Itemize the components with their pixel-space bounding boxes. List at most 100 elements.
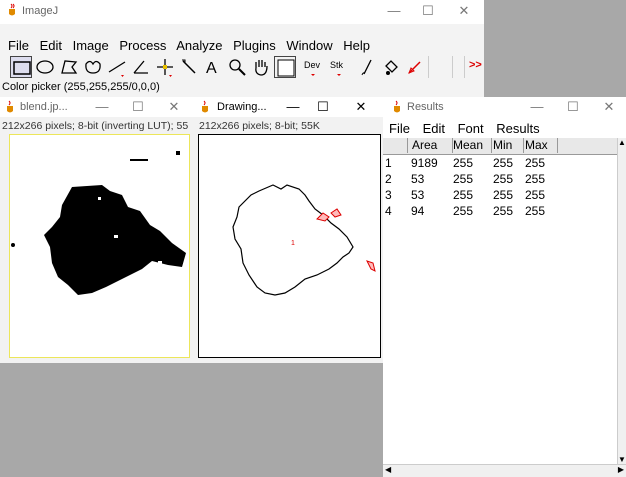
drawing-window-title: Drawing... (217, 101, 267, 113)
point-tool-icon[interactable] (154, 56, 176, 78)
menu-plugins[interactable]: Plugins (233, 38, 276, 53)
results-menu-edit[interactable]: Edit (423, 121, 445, 136)
blend-image-window: blend.jp... — ☐ ✕ 212x266 pixels; 8-bit … (0, 97, 195, 363)
blend-canvas[interactable] (9, 134, 190, 358)
results-horizontal-scrollbar[interactable]: ◀ ▶ (383, 464, 626, 477)
table-cell: 53 (411, 188, 425, 202)
results-menu-font[interactable]: Font (458, 121, 484, 136)
dev-menu-icon[interactable]: Dev (302, 56, 328, 78)
results-menu-file[interactable]: File (389, 121, 410, 136)
menu-process[interactable]: Process (119, 38, 166, 53)
results-vertical-scrollbar[interactable]: ▲ ▼ (617, 138, 626, 464)
table-cell: 9189 (411, 156, 438, 170)
polygon-tool-icon[interactable] (58, 56, 80, 78)
drawing-window: Drawing... — ☐ ✕ 212x266 pixels; 8-bit; … (195, 97, 383, 363)
table-cell: 53 (411, 172, 425, 186)
more-tools-label: >> (469, 59, 482, 71)
menu-file[interactable]: File (8, 38, 29, 53)
results-menubar: File Edit Font Results (389, 121, 540, 136)
results-minimize-button[interactable]: — (523, 98, 551, 116)
table-cell: 255 (525, 204, 546, 218)
table-cell: 255 (525, 172, 546, 186)
scroll-right-arrow-icon[interactable]: ▶ (618, 465, 624, 474)
drawing-outline-image: 1 (232, 184, 376, 296)
drawing-maximize-button[interactable]: ☐ (309, 98, 337, 116)
more-tools-button[interactable]: >> (464, 56, 484, 78)
menu-edit[interactable]: Edit (40, 38, 62, 53)
drawing-canvas[interactable]: 1 (198, 134, 381, 358)
menu-image[interactable]: Image (73, 38, 109, 53)
empty-tool-slot-1[interactable] (428, 56, 450, 78)
blend-minimize-button[interactable]: — (88, 98, 116, 116)
table-cell: 3 (385, 188, 392, 202)
flood-fill-tool-icon[interactable] (380, 56, 402, 78)
stack-menu-icon[interactable]: Stk (328, 56, 354, 78)
brush-tool-icon[interactable] (356, 56, 378, 78)
imagej-main-window: ImageJ — ☐ ✕ File Edit Image Process Ana… (0, 0, 484, 98)
blend-blob-image (11, 151, 186, 295)
results-header-index[interactable] (383, 138, 408, 153)
table-cell: 255 (453, 204, 474, 218)
blend-close-button[interactable]: ✕ (160, 98, 188, 116)
java-cup-icon (394, 100, 400, 113)
table-cell: 255 (493, 172, 514, 186)
oval-tool-icon[interactable] (34, 56, 56, 78)
main-titlebar[interactable]: ImageJ — ☐ ✕ (0, 0, 484, 24)
wand-tool-icon[interactable] (178, 56, 200, 78)
drawing-titlebar[interactable]: Drawing... — ☐ ✕ (195, 97, 383, 117)
freehand-tool-icon[interactable] (82, 56, 104, 78)
results-menu-results[interactable]: Results (496, 121, 539, 136)
blend-window-title: blend.jp... (20, 101, 68, 113)
results-header-min[interactable]: Min (491, 138, 524, 153)
table-cell: 2 (385, 172, 392, 186)
results-titlebar[interactable]: Results — ☐ ✕ (383, 97, 626, 117)
drawing-close-button[interactable]: ✕ (347, 98, 375, 116)
toolbar: A Dev Stk >> (10, 56, 484, 80)
table-cell: 255 (525, 188, 546, 202)
table-cell: 255 (493, 188, 514, 202)
table-cell: 255 (493, 204, 514, 218)
maximize-button[interactable]: ☐ (414, 2, 442, 20)
table-row[interactable]: 1 9189 255 255 255 (383, 156, 617, 172)
magnifier-tool-icon[interactable] (226, 56, 248, 78)
results-close-button[interactable]: ✕ (595, 98, 623, 116)
java-cup-icon (9, 3, 15, 16)
roi-label-1: 1 (291, 240, 295, 247)
results-table-header: Area Mean Min Max (383, 138, 619, 155)
table-cell: 94 (411, 204, 425, 218)
results-header-area[interactable]: Area (409, 138, 453, 153)
blend-maximize-button[interactable]: ☐ (124, 98, 152, 116)
table-row[interactable]: 2 53 255 255 255 (383, 172, 617, 188)
results-window-title: Results (407, 101, 444, 113)
minimize-button[interactable]: — (380, 2, 408, 20)
results-header-mean[interactable]: Mean (451, 138, 492, 153)
scroll-down-arrow-icon[interactable]: ▼ (618, 455, 626, 464)
results-header-max[interactable]: Max (523, 138, 558, 153)
scroll-up-arrow-icon[interactable]: ▲ (618, 138, 626, 147)
main-menubar: File Edit Image Process Analyze Plugins … (8, 38, 370, 56)
menu-analyze[interactable]: Analyze (176, 38, 222, 53)
menu-help[interactable]: Help (343, 38, 370, 53)
text-tool-icon[interactable]: A (202, 56, 224, 78)
results-maximize-button[interactable]: ☐ (559, 98, 587, 116)
blend-titlebar[interactable]: blend.jp... — ☐ ✕ (0, 97, 195, 117)
rectangle-tool-icon[interactable] (10, 56, 32, 78)
scroll-left-arrow-icon[interactable]: ◀ (385, 465, 391, 474)
angle-tool-icon[interactable] (130, 56, 152, 78)
pencil-tool-icon[interactable] (404, 56, 426, 78)
hand-tool-icon[interactable] (250, 56, 272, 78)
table-row[interactable]: 4 94 255 255 255 (383, 204, 617, 220)
java-cup-icon (202, 100, 208, 113)
table-cell: 255 (453, 188, 474, 202)
table-cell: 4 (385, 204, 392, 218)
drawing-minimize-button[interactable]: — (279, 98, 307, 116)
drawing-image-info: 212x266 pixels; 8-bit; 55K (199, 120, 320, 132)
table-row[interactable]: 3 53 255 255 255 (383, 188, 617, 204)
status-bar: Color picker (255,255,255/0,0,0) (2, 81, 160, 93)
menu-window[interactable]: Window (286, 38, 332, 53)
close-button[interactable]: ✕ (450, 2, 478, 20)
table-cell: 255 (493, 156, 514, 170)
color-picker-tool-icon[interactable] (274, 56, 296, 78)
results-window: Results — ☐ ✕ File Edit Font Results Are… (383, 97, 626, 477)
line-tool-icon[interactable] (106, 56, 128, 78)
